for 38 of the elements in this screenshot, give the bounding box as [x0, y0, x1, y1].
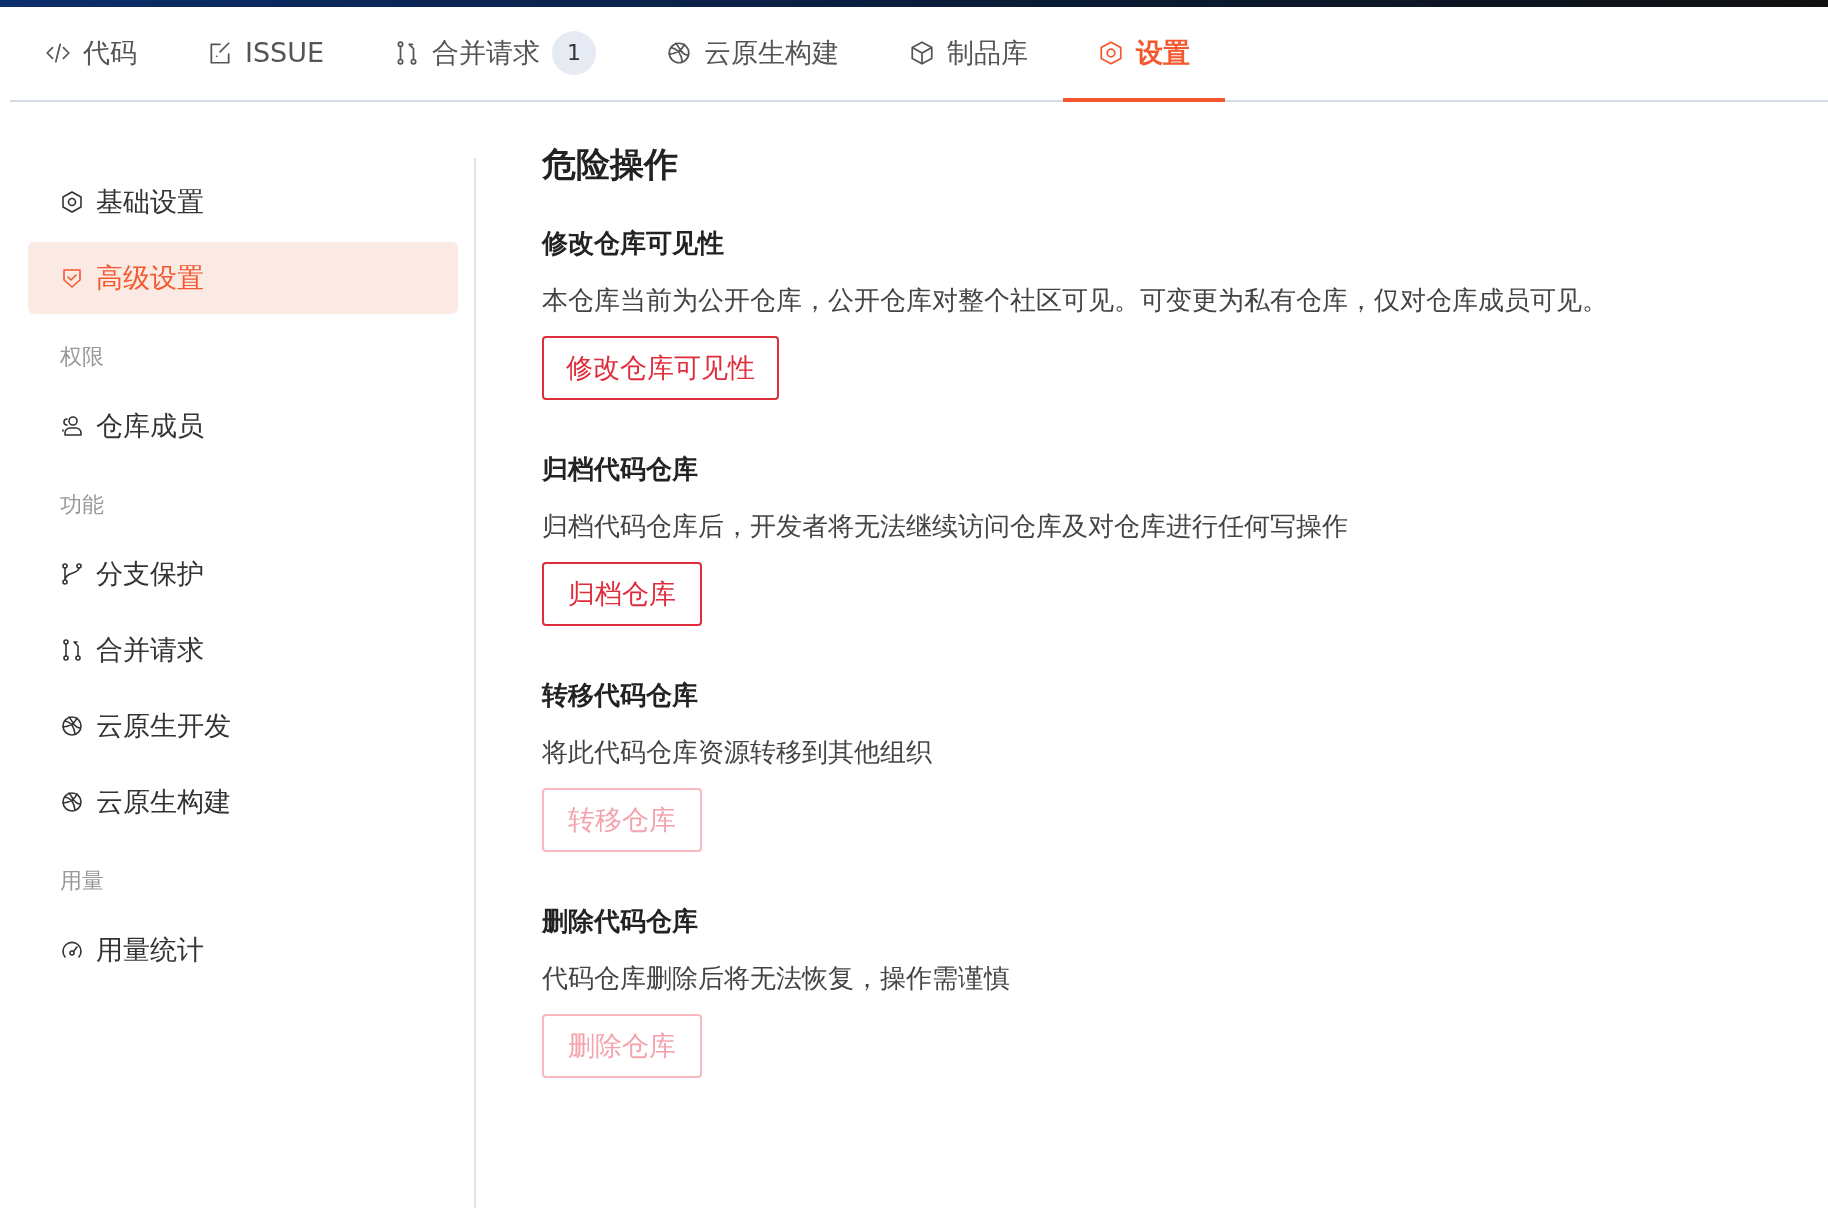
sidebar-group-label: 用量: [59, 867, 105, 895]
tab[interactable]: 云原生构建: [631, 7, 875, 102]
tab[interactable]: 合并请求 1: [359, 7, 632, 102]
section-title: 修改仓库可见性: [542, 227, 725, 260]
settings-icon: [1098, 39, 1125, 66]
ball-icon: [60, 790, 84, 814]
branch-icon: [60, 562, 84, 586]
section-description: 将此代码仓库资源转移到其他组织: [542, 736, 933, 769]
section-title: 删除代码仓库: [542, 905, 699, 938]
sidebar-group-label: 功能: [59, 491, 105, 519]
section-description: 代码仓库删除后将无法恢复，操作需谨慎: [542, 962, 1011, 995]
sidebar-item[interactable]: 分支保护: [28, 538, 458, 610]
sidebar-item[interactable]: 合并请求: [28, 614, 458, 686]
ball-icon: [666, 39, 693, 66]
section-title: 转移代码仓库: [542, 679, 699, 712]
tab[interactable]: 制品库: [874, 7, 1064, 102]
shield-icon: [60, 266, 84, 290]
count-badge: 1: [552, 30, 597, 75]
sidebar-item[interactable]: 用量统计: [28, 914, 458, 986]
settings-icon: [60, 190, 84, 214]
sidebar-item[interactable]: 仓库成员: [28, 390, 458, 462]
sidebar-item[interactable]: 云原生构建: [28, 766, 458, 838]
danger-button[interactable]: 修改仓库可见性: [542, 336, 779, 400]
sidebar-item[interactable]: 云原生开发: [28, 690, 458, 762]
edit-icon: [207, 39, 233, 66]
page-title: 危险操作: [542, 143, 679, 186]
section-description: 归档代码仓库后，开发者将无法继续访问仓库及对仓库进行任何写操作: [542, 510, 1349, 543]
cube-icon: [909, 39, 936, 66]
tab[interactable]: ISSUE: [172, 7, 360, 102]
users-icon: [60, 414, 84, 438]
tab[interactable]: 代码: [10, 7, 172, 102]
section-description: 本仓库当前为公开仓库，公开仓库对整个社区可见。可变更为私有仓库，仅对仓库成员可见。: [542, 284, 1608, 317]
ball-icon: [60, 714, 84, 738]
danger-button[interactable]: 归档仓库: [542, 562, 702, 626]
sidebar-item[interactable]: 基础设置: [28, 166, 458, 238]
sidebar-group-label: 权限: [59, 343, 105, 371]
merge-request-icon: [60, 638, 84, 662]
section-title: 归档代码仓库: [542, 453, 699, 486]
